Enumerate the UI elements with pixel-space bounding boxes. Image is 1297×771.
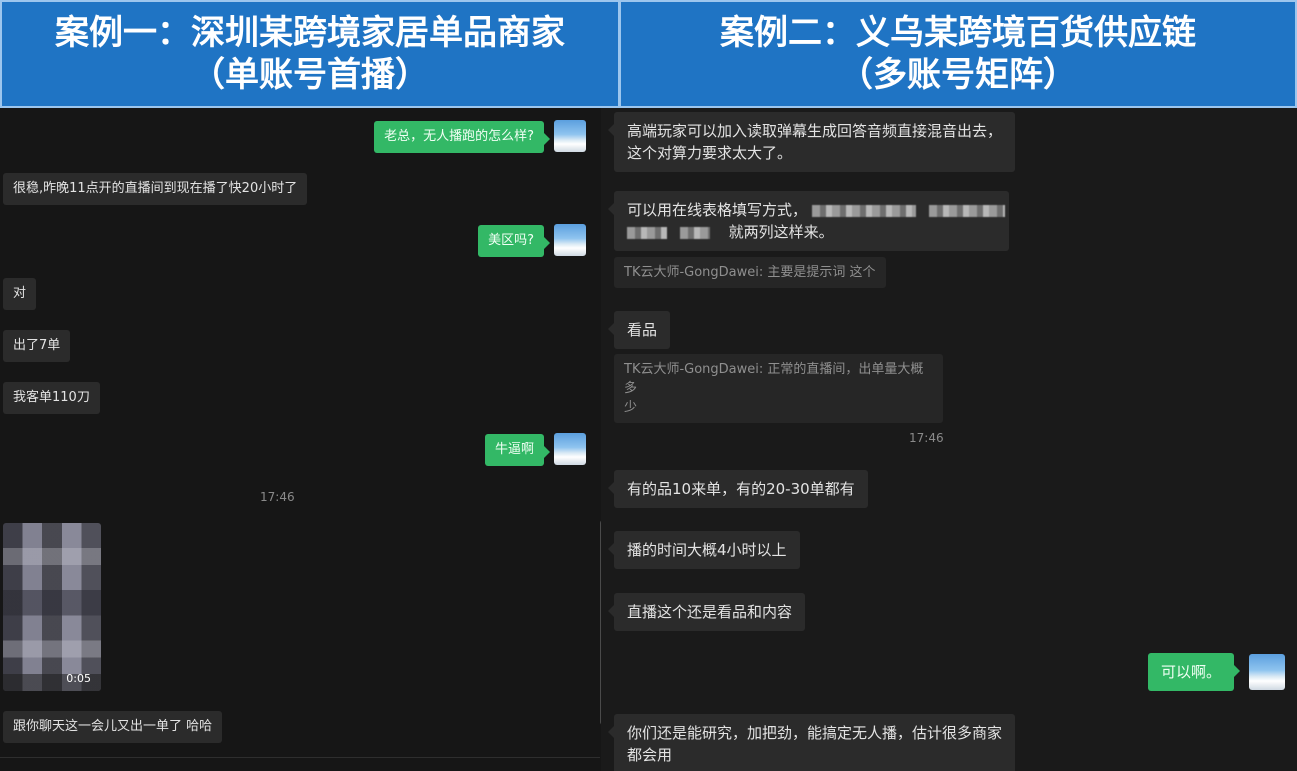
- chat-message-line: 高端玩家可以加入读取弹幕生成回答音频直接混音出去，: [627, 122, 1003, 140]
- case-one-subtitle: （单账号首播）: [191, 55, 429, 95]
- redacted-text: [928, 204, 1005, 217]
- chat-message: 我客单110刀: [3, 382, 100, 414]
- quoted-message: TK云大师-GongDawei: 正常的直播间，出单量大概多 少: [614, 354, 943, 423]
- quoted-message: TK云大师-GongDawei: 主要是提示词 这个: [614, 257, 886, 288]
- redacted-text: [627, 226, 667, 239]
- avatar[interactable]: [1249, 654, 1285, 690]
- redacted-text: [679, 226, 710, 239]
- chat-message: 播的时间大概4小时以上: [608, 531, 800, 569]
- case-one-title: 案例一：深圳某跨境家居单品商家: [55, 13, 565, 53]
- chat-message: 看品: [607, 311, 671, 349]
- video-message[interactable]: 0:05: [3, 523, 101, 691]
- video-duration: 0:05: [66, 672, 91, 685]
- avatar[interactable]: [554, 224, 586, 256]
- chat-message: 有的品10来单，有的20-30单都有: [608, 470, 868, 508]
- redacted-text: [811, 204, 916, 217]
- avatar[interactable]: [554, 433, 586, 465]
- timestamp: 17:46: [909, 431, 944, 445]
- left-chat-panel: 老总，无人播跑的怎么样? 很稳,昨晚11点开的直播间到现在播了快20小时了 美区…: [0, 108, 614, 771]
- chat-message: 老总，无人播跑的怎么样?: [374, 121, 550, 153]
- case-one-header: 案例一：深圳某跨境家居单品商家 （单账号首播）: [0, 0, 620, 108]
- chat-message-line: 就两列这样来。: [728, 223, 834, 241]
- chat-message-line: 这个对算力要求太大了。: [627, 144, 793, 162]
- quoted-message-line: 少: [624, 400, 638, 415]
- chat-message: 跟你聊天这一会儿又出一单了 哈哈: [3, 711, 223, 743]
- right-chat-panel: 高端玩家可以加入读取弹幕生成回答音频直接混音出去， 这个对算力要求太大了。 可以…: [601, 108, 1297, 771]
- chat-message-line: 你们还是能研究，加把劲，能搞定无人播，估计很多商家: [627, 724, 1003, 742]
- chat-message: 美区吗?: [478, 225, 550, 257]
- quoted-message-line: TK云大师-GongDawei: 正常的直播间，出单量大概多: [624, 362, 924, 396]
- divider: [0, 757, 600, 758]
- chat-message: 可以用在线表格填写方式， 就两列这样来。: [608, 191, 1009, 251]
- timestamp: 17:46: [260, 490, 295, 504]
- case-two-header: 案例二：义乌某跨境百货供应链 （多账号矩阵）: [620, 0, 1297, 108]
- chat-message: 直播这个还是看品和内容: [607, 593, 806, 631]
- chat-message: 牛逼啊: [484, 434, 551, 466]
- chat-message: 可以啊。: [1148, 653, 1241, 691]
- chat-message: 出了7单: [3, 330, 71, 362]
- case-two-subtitle: （多账号矩阵）: [839, 55, 1077, 95]
- video-thumbnail: [3, 523, 101, 691]
- chat-message: 对: [3, 278, 37, 310]
- chat-message: 很稳,昨晚11点开的直播间到现在播了快20小时了: [3, 173, 308, 205]
- chat-message: 你们还是能研究，加把劲，能搞定无人播，估计很多商家 都会用: [607, 714, 1016, 771]
- avatar[interactable]: [554, 120, 586, 152]
- chat-message-line: 都会用: [627, 746, 673, 764]
- case-two-title: 案例二：义乌某跨境百货供应链: [720, 13, 1196, 53]
- chat-message: 高端玩家可以加入读取弹幕生成回答音频直接混音出去， 这个对算力要求太大了。: [607, 112, 1016, 172]
- chat-message-line: 可以用在线表格填写方式，: [627, 201, 808, 219]
